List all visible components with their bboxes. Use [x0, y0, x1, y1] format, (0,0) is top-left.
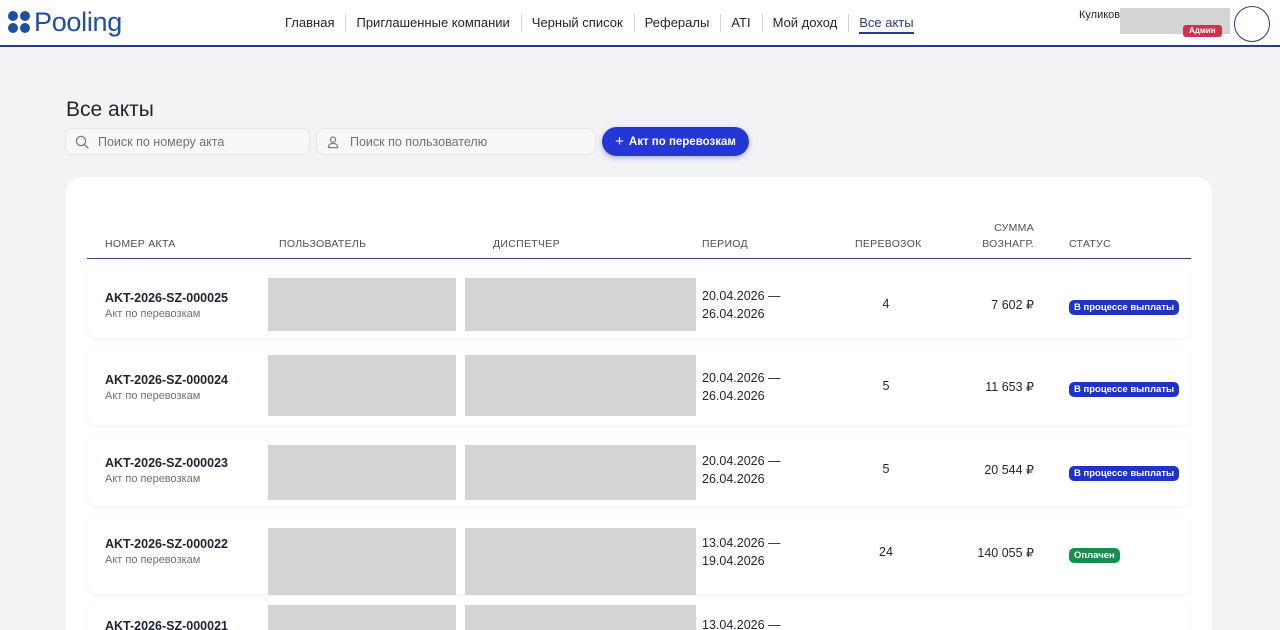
- table-row[interactable]: AKT-2026-SZ-000021 13.04.2026 —: [88, 602, 1190, 630]
- redacted-user: [268, 605, 456, 630]
- nav-item-all-acts[interactable]: Все акты: [848, 13, 924, 34]
- trip-count: 5: [882, 379, 890, 393]
- nav-item-invited-companies[interactable]: Приглашенные компании: [345, 13, 520, 33]
- status-badge: В процессе выплаты: [1069, 300, 1180, 315]
- user-icon: [327, 136, 339, 149]
- reward-sum: 140 055 ₽: [977, 546, 1034, 560]
- user-name: Куликов: [1079, 9, 1121, 21]
- avatar[interactable]: [1234, 6, 1270, 42]
- redacted-user: [268, 355, 456, 416]
- create-transport-act-label: Акт по перевозкам: [628, 135, 736, 148]
- status-badge: В процессе выплаты: [1069, 466, 1180, 481]
- trip-count: 5: [882, 462, 890, 476]
- table-row[interactable]: AKT-2026-SZ-000023 Акт по перевозкам 20.…: [88, 436, 1190, 506]
- period: 13.04.2026 — 19.04.2026: [702, 536, 781, 568]
- column-header-act: Номер акта: [105, 238, 176, 250]
- act-number: AKT-2026-SZ-000021: [105, 619, 228, 630]
- period: 20.04.2026 — 26.04.2026: [702, 371, 781, 403]
- main-nav: Главная Приглашенные компании Черный спи…: [274, 13, 925, 34]
- search-icon: [75, 135, 89, 149]
- search-act-field[interactable]: [65, 128, 310, 155]
- redacted-user: [268, 528, 456, 595]
- reward-sum: 11 653 ₽: [985, 380, 1034, 394]
- table-row[interactable]: AKT-2026-SZ-000025 Акт по перевозкам 20.…: [88, 270, 1190, 338]
- column-header-dispatcher: Диспетчер: [493, 238, 560, 250]
- reward-sum: 20 544 ₽: [984, 463, 1034, 477]
- period: 20.04.2026 — 26.04.2026: [702, 289, 781, 321]
- top-header: Pooling Главная Приглашенные компании Че…: [0, 0, 1280, 47]
- nav-item-ati[interactable]: ATI: [720, 13, 761, 33]
- page-title: Все акты: [66, 98, 154, 121]
- period: 13.04.2026 —: [702, 618, 781, 630]
- trip-count: 4: [882, 297, 890, 311]
- act-type: Акт по перевозкам: [105, 473, 201, 485]
- redacted-user: [268, 445, 456, 500]
- brand-name: Pooling: [34, 6, 122, 37]
- column-header-reward-sum: Сумма вознагр.: [982, 222, 1034, 250]
- column-header-status: Статус: [1069, 238, 1111, 250]
- act-number: AKT-2026-SZ-000024: [105, 373, 228, 387]
- redacted-dispatcher: [465, 605, 696, 630]
- brand-logo[interactable]: Pooling: [8, 6, 122, 38]
- redacted-user: [268, 278, 456, 331]
- status-badge: Оплачен: [1069, 548, 1120, 563]
- search-user-field[interactable]: [316, 128, 596, 155]
- acts-table-card: Номер акта Пользователь Диспетчер Период…: [66, 177, 1212, 630]
- create-transport-act-button[interactable]: + Акт по перевозкам: [602, 127, 749, 156]
- nav-item-blacklist[interactable]: Черный список: [520, 13, 634, 33]
- act-number: AKT-2026-SZ-000022: [105, 537, 228, 551]
- table-row[interactable]: AKT-2026-SZ-000024 Акт по перевозкам 20.…: [88, 349, 1190, 425]
- act-type: Акт по перевозкам: [105, 554, 201, 566]
- nav-item-home[interactable]: Главная: [274, 13, 345, 33]
- table-row[interactable]: AKT-2026-SZ-000022 Акт по перевозкам 13.…: [88, 517, 1190, 595]
- plus-icon: +: [615, 133, 624, 150]
- redacted-dispatcher: [465, 528, 696, 595]
- redacted-dispatcher: [465, 445, 696, 500]
- redacted-dispatcher: [465, 355, 696, 416]
- search-act-input[interactable]: [98, 129, 309, 154]
- act-type: Акт по перевозкам: [105, 308, 201, 320]
- act-number: AKT-2026-SZ-000023: [105, 456, 228, 470]
- column-header-trips: Перевозок: [855, 238, 922, 250]
- trip-count: 24: [879, 545, 893, 559]
- column-header-user: Пользователь: [279, 238, 367, 250]
- act-number: AKT-2026-SZ-000025: [105, 291, 228, 305]
- status-badge: В процессе выплаты: [1069, 382, 1180, 397]
- logo-dots-icon: [8, 10, 31, 34]
- period: 20.04.2026 — 26.04.2026: [702, 454, 781, 486]
- search-user-input[interactable]: [350, 129, 595, 154]
- column-header-period: Период: [702, 238, 748, 250]
- role-badge: Админ: [1183, 25, 1222, 37]
- act-type: Акт по перевозкам: [105, 390, 201, 402]
- nav-item-my-income[interactable]: Мой доход: [761, 13, 849, 33]
- redacted-dispatcher: [465, 278, 696, 331]
- nav-item-referrals[interactable]: Рефералы: [633, 13, 721, 33]
- reward-sum: 7 602 ₽: [991, 298, 1034, 312]
- user-menu[interactable]: Куликов Админ: [1078, 6, 1278, 42]
- table-header-divider: [87, 258, 1191, 259]
